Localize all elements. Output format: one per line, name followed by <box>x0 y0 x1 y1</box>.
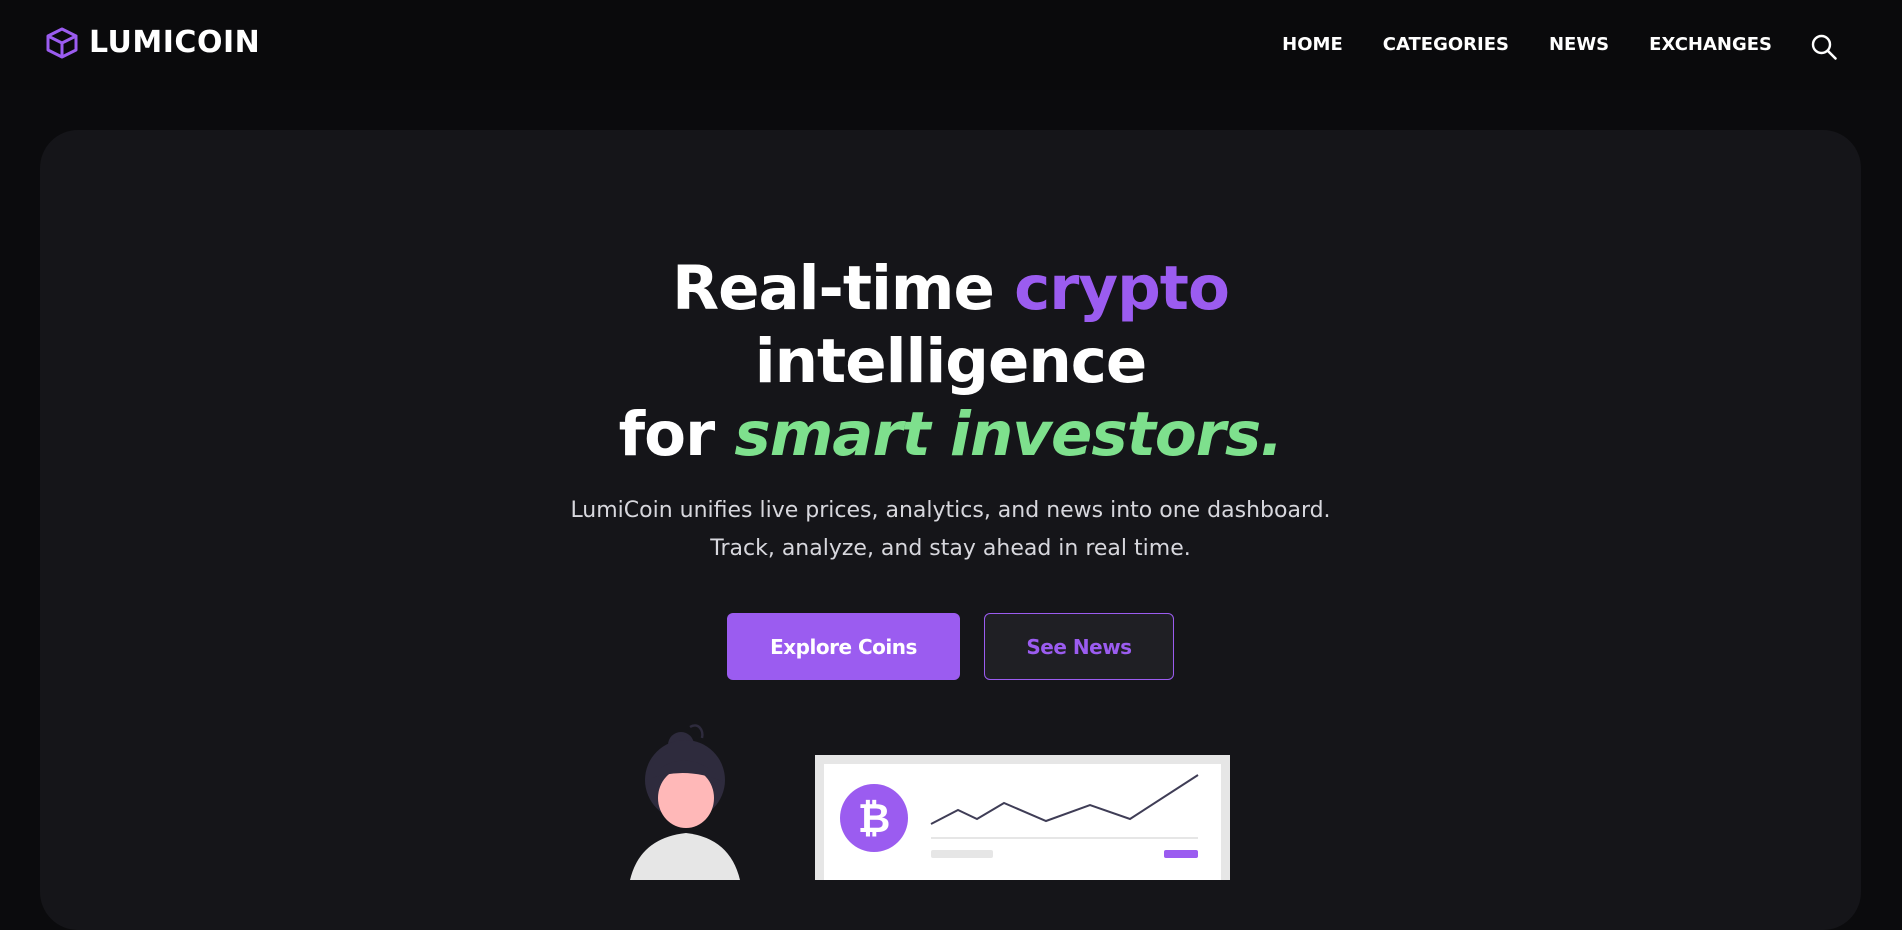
nav-item-categories[interactable]: CATEGORIES <box>1383 34 1509 56</box>
headline-text: for <box>618 399 735 470</box>
headline-text: Real-time <box>672 253 1015 324</box>
person-illustration <box>630 724 740 880</box>
nav-item-home[interactable]: HOME <box>1282 34 1343 56</box>
explore-coins-button[interactable]: Explore Coins <box>727 613 960 680</box>
brand-logo[interactable]: LUMICOIN <box>45 26 260 60</box>
hero-subtitle: LumiCoin unifies live prices, analytics,… <box>40 492 1861 568</box>
nav-item-news[interactable]: NEWS <box>1549 34 1609 56</box>
headline-line2: intelligence <box>754 326 1148 397</box>
nav-item-exchanges[interactable]: EXCHANGES <box>1649 34 1772 56</box>
headline-line3: for smart investors. <box>618 399 1284 470</box>
headline-line1: Real-time crypto <box>672 253 1230 324</box>
subtitle-line1: LumiCoin unifies live prices, analytics,… <box>570 498 1331 523</box>
subtitle-line2: Track, analyze, and stay ahead in real t… <box>710 536 1191 561</box>
headline-accent-green: smart investors. <box>734 399 1283 470</box>
hero-headline: Real-time crypto intelligence for smart … <box>40 252 1861 471</box>
main-nav: HOME CATEGORIES NEWS EXCHANGES <box>1282 34 1772 56</box>
hero-illustration: ₿ <box>630 724 1230 880</box>
dashboard-screen-illustration: ₿ <box>815 755 1230 880</box>
cube-logo-icon <box>46 27 78 59</box>
brand-name: LUMICOIN <box>89 25 261 60</box>
hero-section: Real-time crypto intelligence for smart … <box>40 130 1861 930</box>
see-news-button[interactable]: See News <box>984 613 1174 680</box>
headline-accent-purple: crypto <box>1014 253 1230 324</box>
search-icon[interactable] <box>1810 33 1838 61</box>
site-header: LUMICOIN HOME CATEGORIES NEWS EXCHANGES <box>0 0 1902 90</box>
bitcoin-symbol: ₿ <box>858 796 891 842</box>
